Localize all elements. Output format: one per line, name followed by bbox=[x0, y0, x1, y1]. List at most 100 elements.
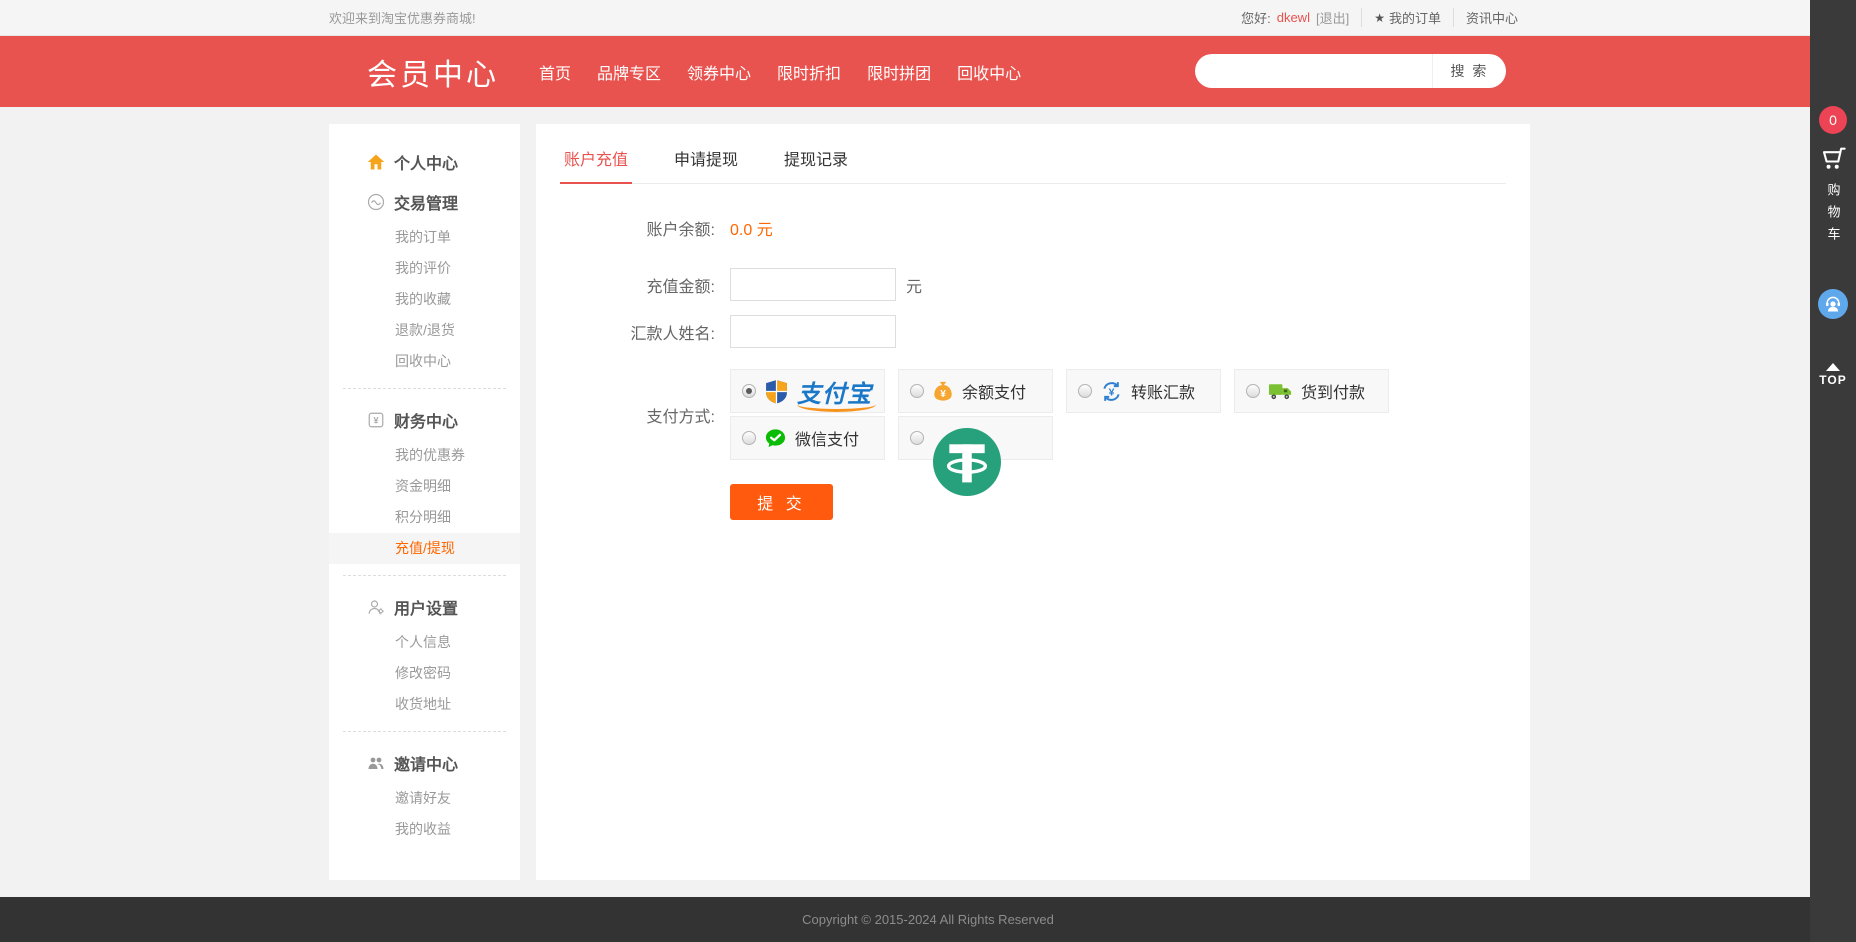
balance-pay-radio[interactable] bbox=[910, 384, 924, 398]
my-orders-label: 我的订单 bbox=[1389, 8, 1441, 27]
my-orders-link[interactable]: ★ 我的订单 bbox=[1361, 8, 1453, 27]
balance-value: 0.0 元 bbox=[730, 216, 773, 240]
logout-link[interactable]: [退出] bbox=[1316, 8, 1349, 27]
payment-option-wechat[interactable]: 微信支付 bbox=[730, 416, 885, 460]
user-settings-icon bbox=[367, 598, 385, 616]
payment-option-bank-transfer[interactable]: ¥ 转账汇款 bbox=[1066, 369, 1221, 413]
search-input[interactable] bbox=[1195, 54, 1432, 88]
sidebar-section-title: 邀请中心 bbox=[394, 751, 458, 775]
search-button[interactable]: 搜 索 bbox=[1432, 54, 1506, 88]
sidebar-item-my-earnings[interactable]: 我的收益 bbox=[329, 814, 520, 845]
star-icon: ★ bbox=[1374, 11, 1385, 25]
payer-name-input[interactable] bbox=[730, 315, 896, 348]
alipay-shield-icon bbox=[764, 379, 789, 404]
balance-pay-icon: ¥ bbox=[932, 380, 954, 402]
sidebar-item-my-favorites[interactable]: 我的收藏 bbox=[329, 284, 520, 315]
copyright-text: Copyright © 2015-2024 All Rights Reserve… bbox=[802, 912, 1054, 927]
sidebar-item-user-settings[interactable]: 用户设置 bbox=[329, 587, 520, 627]
customer-service-button[interactable] bbox=[1818, 289, 1848, 319]
nav-coupon-center[interactable]: 领券中心 bbox=[687, 60, 751, 84]
payer-row: 汇款人姓名: bbox=[536, 315, 1530, 348]
balance-label: 账户余额: bbox=[536, 216, 715, 240]
footer: Copyright © 2015-2024 All Rights Reserve… bbox=[0, 897, 1856, 942]
sidebar-item-personal-info[interactable]: 个人信息 bbox=[329, 627, 520, 658]
sidebar-item-points-details[interactable]: 积分明细 bbox=[329, 502, 520, 533]
tab-apply-withdraw[interactable]: 申请提现 bbox=[670, 140, 742, 183]
nav-brand-zone[interactable]: 品牌专区 bbox=[597, 60, 661, 84]
usdt-radio[interactable] bbox=[910, 431, 924, 445]
payment-option-cod[interactable]: 货到付款 bbox=[1234, 369, 1389, 413]
nav-home[interactable]: 首页 bbox=[539, 60, 571, 84]
payer-label: 汇款人姓名: bbox=[536, 320, 715, 344]
username: dkewl bbox=[1277, 10, 1310, 25]
alipay-logo-text: 支付宝 bbox=[797, 374, 872, 409]
sidebar-item-recycle-center[interactable]: 回收中心 bbox=[329, 346, 520, 377]
payment-option-alipay[interactable]: 支付宝 bbox=[730, 369, 885, 413]
site-logo[interactable]: 会员中心 bbox=[367, 50, 499, 94]
cod-radio[interactable] bbox=[1246, 384, 1260, 398]
svg-text:¥: ¥ bbox=[940, 389, 946, 400]
cart-label[interactable]: 购物车 bbox=[1824, 183, 1843, 249]
topbar: 欢迎来到淘宝优惠券商城! 您好: dkewl [退出] ★ 我的订单 资讯中心 bbox=[0, 0, 1856, 36]
amount-label: 充值金额: bbox=[536, 273, 715, 297]
wechat-radio[interactable] bbox=[742, 431, 756, 445]
bank-transfer-icon: ¥ bbox=[1100, 380, 1123, 403]
sidebar-item-refund-return[interactable]: 退款/退货 bbox=[329, 315, 520, 346]
payment-option-usdt[interactable] bbox=[898, 416, 1053, 460]
amount-unit: 元 bbox=[906, 273, 922, 297]
tab-bar: 账户充值 申请提现 提现记录 bbox=[560, 140, 1506, 184]
search-bar: 搜 索 bbox=[1195, 54, 1506, 88]
cart-icon bbox=[1818, 144, 1848, 172]
alipay-radio[interactable] bbox=[742, 384, 756, 398]
nav-group-buy[interactable]: 限时拼团 bbox=[867, 60, 931, 84]
tab-withdraw-records[interactable]: 提现记录 bbox=[780, 140, 852, 183]
tab-account-recharge[interactable]: 账户充值 bbox=[560, 140, 632, 184]
divider bbox=[343, 575, 506, 576]
amount-input[interactable] bbox=[730, 268, 896, 301]
sidebar-item-fund-details[interactable]: 资金明细 bbox=[329, 471, 520, 502]
cart-count-badge[interactable]: 0 bbox=[1819, 106, 1847, 134]
nav-limited-discount[interactable]: 限时折扣 bbox=[777, 60, 841, 84]
sidebar-item-personal-center[interactable]: 个人中心 bbox=[329, 142, 520, 182]
sidebar-item-recharge-withdraw[interactable]: 充值/提现 bbox=[329, 533, 520, 564]
sidebar-item-my-reviews[interactable]: 我的评价 bbox=[329, 253, 520, 284]
customer-service-icon bbox=[1823, 294, 1843, 314]
sidebar-section-title: 交易管理 bbox=[394, 190, 458, 214]
sidebar-item-shipping-address[interactable]: 收货地址 bbox=[329, 689, 520, 720]
sidebar-item-invite-friends[interactable]: 邀请好友 bbox=[329, 783, 520, 814]
payment-option-label: 货到付款 bbox=[1301, 379, 1365, 403]
back-to-top-button[interactable]: TOP bbox=[1819, 363, 1846, 387]
sidebar-item-change-password[interactable]: 修改密码 bbox=[329, 658, 520, 689]
top-label: TOP bbox=[1819, 373, 1846, 387]
news-center-link[interactable]: 资讯中心 bbox=[1453, 8, 1530, 27]
cart-button[interactable] bbox=[1818, 144, 1848, 177]
home-icon bbox=[367, 153, 385, 171]
payment-methods: 支付宝 ¥ 余额支付 bbox=[730, 369, 1405, 460]
finance-icon: ¥ bbox=[367, 411, 385, 429]
sidebar-section-title: 财务中心 bbox=[394, 408, 458, 432]
submit-row: 提 交 bbox=[536, 484, 1530, 520]
right-toolbar: 0 购物车 TOP bbox=[1810, 0, 1856, 942]
payment-option-balance[interactable]: ¥ 余额支付 bbox=[898, 369, 1053, 413]
sidebar: 个人中心 交易管理 我的订单 我的评价 我的收藏 退款/退货 回收中心 ¥ 财务… bbox=[329, 124, 520, 880]
submit-button[interactable]: 提 交 bbox=[730, 484, 833, 520]
nav-recycle-center[interactable]: 回收中心 bbox=[957, 60, 1021, 84]
sidebar-item-trade-management[interactable]: 交易管理 bbox=[329, 182, 520, 222]
sidebar-item-invite-center[interactable]: 邀请中心 bbox=[329, 743, 520, 783]
greeting: 您好: dkewl [退出] bbox=[1229, 8, 1361, 27]
main-panel: 账户充值 申请提现 提现记录 账户余额: 0.0 元 充值金额: 元 汇款人姓名… bbox=[536, 124, 1530, 880]
payment-option-label: 余额支付 bbox=[962, 379, 1026, 403]
sidebar-item-finance-center[interactable]: ¥ 财务中心 bbox=[329, 400, 520, 440]
cod-truck-icon bbox=[1268, 380, 1293, 402]
sidebar-section-title: 个人中心 bbox=[394, 150, 458, 174]
invite-icon bbox=[367, 754, 385, 772]
divider bbox=[343, 731, 506, 732]
bank-transfer-radio[interactable] bbox=[1078, 384, 1092, 398]
svg-text:¥: ¥ bbox=[1109, 386, 1115, 398]
payment-label: 支付方式: bbox=[536, 403, 715, 427]
usdt-tether-icon bbox=[933, 428, 1001, 496]
payment-option-label: 转账汇款 bbox=[1131, 379, 1195, 403]
sidebar-item-my-coupons[interactable]: 我的优惠券 bbox=[329, 440, 520, 471]
news-center-label: 资讯中心 bbox=[1466, 8, 1518, 27]
sidebar-item-my-orders[interactable]: 我的订单 bbox=[329, 222, 520, 253]
